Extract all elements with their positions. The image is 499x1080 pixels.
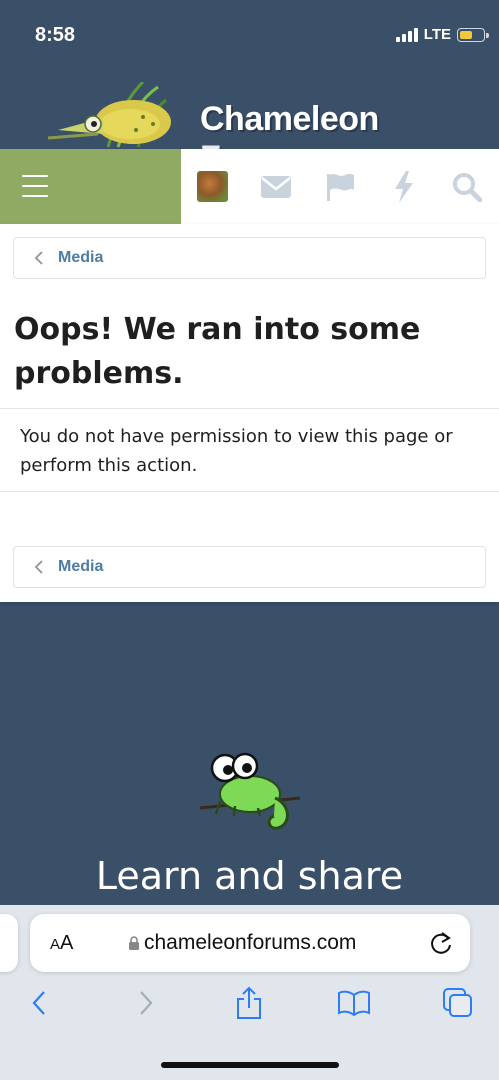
reload-icon[interactable] xyxy=(428,930,454,956)
chameleon-logo-icon xyxy=(48,82,171,148)
breadcrumb[interactable]: Media xyxy=(13,237,486,279)
chevron-left-icon xyxy=(34,559,50,575)
breadcrumb-label: Media xyxy=(58,558,104,575)
battery-icon xyxy=(457,27,489,42)
breadcrumb-bottom[interactable]: Media xyxy=(13,546,486,588)
inbox-button[interactable] xyxy=(258,169,294,205)
status-indicators: LTE xyxy=(395,26,489,43)
menu-button[interactable] xyxy=(0,149,181,224)
whats-new-button[interactable] xyxy=(386,169,422,205)
book-icon xyxy=(338,990,370,1016)
footer-heading: Learn and share xyxy=(95,854,404,898)
browser-toolbar xyxy=(0,985,499,1025)
browser-chrome: AA chameleonforums.com xyxy=(0,905,499,1080)
clock: 8:58 xyxy=(35,24,76,46)
tabs-button[interactable] xyxy=(440,985,476,1021)
nav-bar xyxy=(0,149,499,224)
address-bar[interactable]: AA chameleonforums.com xyxy=(30,914,470,972)
page-title: Oops! We ran into some problems. xyxy=(14,312,421,391)
hamburger-icon xyxy=(22,175,48,197)
error-block: You do not have permission to view this … xyxy=(0,408,499,492)
network-type: LTE xyxy=(423,26,451,43)
envelope-icon xyxy=(261,175,292,198)
home-indicator[interactable] xyxy=(161,1062,339,1068)
main-content: Media Oops! We ran into some problems. Y… xyxy=(0,224,499,602)
error-message: You do not have permission to view this … xyxy=(20,426,453,476)
bookmarks-button[interactable] xyxy=(336,985,372,1021)
avatar xyxy=(197,171,229,202)
previous-tab[interactable] xyxy=(0,914,18,972)
site-logo[interactable]: Chameleon Forums xyxy=(48,82,408,177)
url-text: chameleonforums.com xyxy=(144,931,357,954)
flag-icon xyxy=(326,173,354,201)
status-bar: 8:58 LTE xyxy=(0,0,499,70)
reader-options-button[interactable]: AA xyxy=(50,932,73,955)
nav-icon-group xyxy=(181,149,499,224)
share-button[interactable] xyxy=(231,985,267,1021)
forward-button[interactable] xyxy=(128,985,164,1021)
tabs-icon xyxy=(443,988,472,1017)
chevron-left-icon xyxy=(32,991,45,1015)
cellular-signal-icon xyxy=(395,27,418,42)
search-icon xyxy=(453,172,483,202)
chevron-right-icon xyxy=(140,991,153,1015)
back-button[interactable] xyxy=(21,985,57,1021)
chevron-left-icon xyxy=(34,250,50,266)
logo-text-main: Chameleon xyxy=(200,100,379,138)
reports-button[interactable] xyxy=(322,169,358,205)
breadcrumb-label: Media xyxy=(58,249,104,266)
site-header: Chameleon Forums xyxy=(0,70,499,177)
share-icon xyxy=(237,986,261,1019)
chameleon-mascot-icon xyxy=(199,752,301,830)
search-button[interactable] xyxy=(449,169,485,205)
bolt-icon xyxy=(394,170,413,203)
lock-icon xyxy=(129,936,139,950)
account-button[interactable] xyxy=(195,169,231,205)
